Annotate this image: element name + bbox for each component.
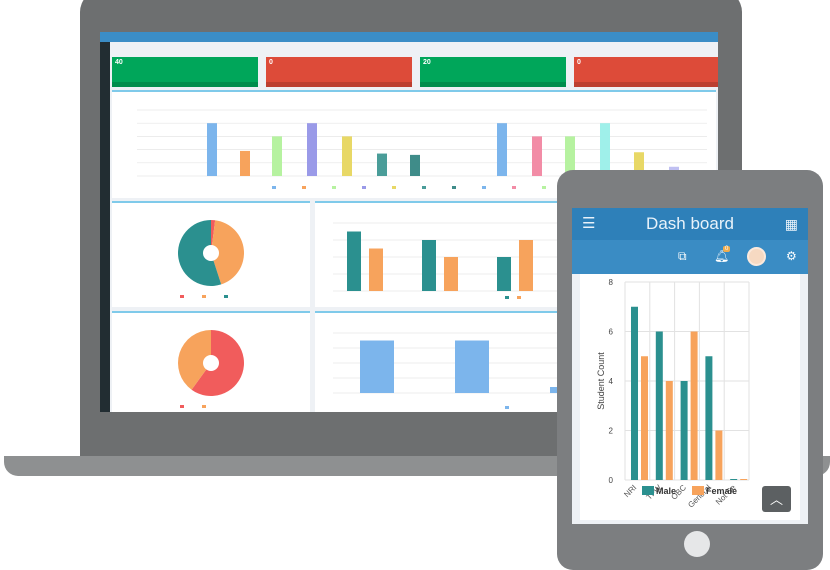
student-count-chart: 02468Student CountNRITFWOBCGeneralNot Se… — [580, 274, 800, 520]
y-tick-label: 4 — [609, 377, 614, 386]
home-button[interactable] — [684, 531, 710, 557]
bar — [455, 340, 489, 393]
tablet-header: ☰ Dash board ▦ — [572, 208, 808, 240]
bar — [690, 331, 698, 480]
legend-swatch — [302, 186, 306, 189]
donut-hole — [203, 355, 219, 371]
stat-value: 40 — [115, 59, 123, 66]
legend-swatch — [642, 486, 654, 495]
hamburger-icon[interactable]: ☰ — [582, 208, 595, 240]
card-footer-link[interactable] — [574, 82, 718, 87]
notification-badge: 0 — [723, 246, 731, 252]
stat-card[interactable]: 0 — [266, 57, 412, 87]
bar — [240, 150, 250, 176]
bar — [360, 340, 394, 393]
legend-swatch — [505, 296, 509, 299]
bar — [497, 257, 511, 291]
bar — [422, 240, 436, 291]
bar — [600, 123, 610, 176]
page-title: Dash board — [646, 214, 734, 233]
bar — [444, 257, 458, 291]
stat-value: 20 — [423, 59, 431, 66]
bar — [715, 430, 723, 480]
legend-label: Male — [656, 486, 676, 496]
legend-swatch — [202, 295, 206, 298]
card-footer-link[interactable] — [266, 82, 412, 87]
bar — [410, 154, 420, 176]
bar — [519, 240, 533, 291]
bar — [342, 136, 352, 176]
bar — [680, 381, 688, 480]
chevron-up-icon: ︿ — [769, 492, 783, 507]
legend-swatch — [202, 405, 206, 408]
stat-value: 0 — [577, 59, 581, 66]
legend-swatch — [542, 186, 546, 189]
stat-card[interactable]: 0 — [574, 57, 718, 87]
legend-swatch — [512, 186, 516, 189]
card-footer-link[interactable] — [420, 82, 566, 87]
bar — [532, 136, 542, 176]
scroll-top-button[interactable]: ︿ — [762, 486, 791, 512]
bar — [377, 153, 387, 176]
y-axis-label: Student Count — [596, 352, 606, 410]
bar — [740, 479, 748, 480]
translate-icon[interactable]: ⧉ — [678, 249, 687, 264]
card-footer-link[interactable] — [112, 82, 258, 87]
y-tick-label: 2 — [609, 427, 614, 436]
panel-student-pie — [112, 201, 310, 307]
legend-swatch — [482, 186, 486, 189]
legend-swatch — [517, 296, 521, 299]
y-tick-label: 6 — [609, 328, 614, 337]
grid-icon[interactable]: ▦ — [785, 208, 798, 240]
bar — [730, 479, 738, 480]
legend-swatch — [180, 405, 184, 408]
avatar[interactable] — [747, 247, 766, 266]
sidebar[interactable] — [100, 42, 110, 412]
y-tick-label: 8 — [609, 278, 614, 287]
legend-swatch — [180, 295, 184, 298]
bar — [347, 231, 361, 291]
tablet-toolbar: ⧉ 🔔︎ 0 ⚙ — [572, 240, 808, 274]
legend-swatch — [224, 295, 228, 298]
bar — [655, 331, 663, 480]
stat-card[interactable]: 40 — [112, 57, 258, 87]
bar — [665, 381, 673, 480]
settings-icon[interactable]: ⚙ — [786, 249, 797, 263]
bar — [497, 123, 507, 176]
bar — [705, 356, 713, 480]
legend-label: Female — [706, 486, 737, 496]
legend-swatch — [392, 186, 396, 189]
panel-employee-pie — [112, 311, 310, 412]
legend-swatch — [422, 186, 426, 189]
bar — [272, 136, 282, 176]
legend-swatch — [362, 186, 366, 189]
top-navbar — [100, 32, 718, 42]
donut-hole — [203, 245, 219, 261]
stat-card[interactable]: 20 — [420, 57, 566, 87]
legend-swatch — [505, 406, 509, 409]
legend-swatch — [692, 486, 704, 495]
bar — [641, 356, 648, 480]
legend-swatch — [272, 186, 276, 189]
bar — [207, 123, 217, 176]
bar — [369, 248, 383, 291]
legend-swatch — [452, 186, 456, 189]
bar — [307, 123, 317, 176]
bar — [631, 306, 638, 480]
tablet-screen: ☰ Dash board ▦ ⧉ 🔔︎ 0 ⚙ 0 2 4 6 8 Student Cou… — [572, 208, 808, 524]
stat-value: 0 — [269, 59, 273, 66]
legend-swatch — [332, 186, 336, 189]
x-tick-label: NRI — [622, 483, 638, 499]
y-tick-label: 0 — [609, 476, 614, 485]
